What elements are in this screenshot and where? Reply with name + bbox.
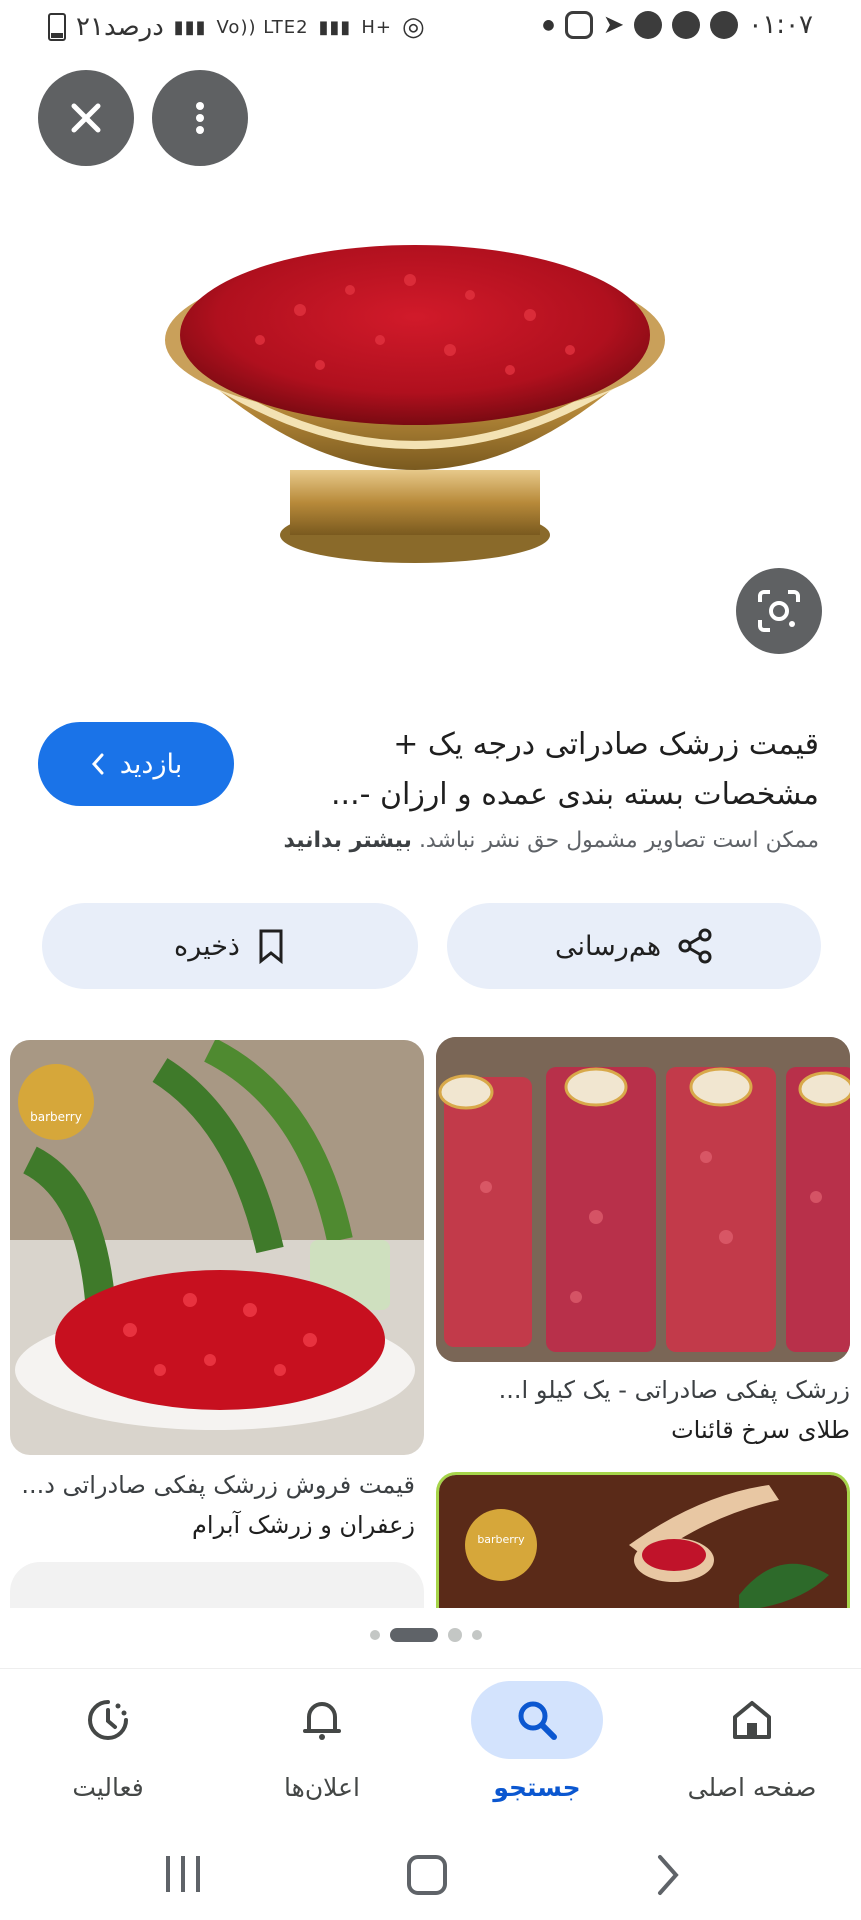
related-site-2: زعفران و زرشک آبرام — [192, 1511, 415, 1539]
share-button[interactable]: هم‌رسانی — [447, 903, 821, 989]
share-icon — [678, 928, 712, 964]
home-button-icon[interactable] — [404, 1852, 450, 1898]
save-label: ذخیره — [174, 930, 240, 962]
search-icon — [518, 1701, 557, 1740]
status-right: ● ➤ ۰۱:۰۷ — [542, 10, 813, 40]
related-caption-2[interactable]: قیمت فروش زرشک پفکی صادراتی د... زعفران … — [10, 1465, 415, 1545]
nav-search-label: جستجو — [493, 1773, 581, 1802]
signal-icon: ▮▮▮ — [173, 16, 207, 38]
verified-icon — [634, 11, 663, 39]
lens-button[interactable] — [736, 568, 822, 654]
save-button[interactable]: ذخیره — [42, 903, 418, 989]
clock: ۰۱:۰۷ — [748, 10, 813, 40]
visit-label: بازدید — [119, 748, 183, 780]
back-icon[interactable] — [652, 1852, 682, 1898]
nav-search[interactable]: جستجو — [437, 1681, 637, 1802]
activity-icon — [88, 1700, 128, 1740]
copyright-text: ممکن است تصاویر مشمول حق نشر نباشد. — [418, 828, 819, 853]
signal-icon-2: ▮▮▮ — [318, 16, 352, 38]
brand-logo-text: barberry — [30, 1110, 82, 1124]
related-image-1[interactable] — [436, 1037, 850, 1362]
close-icon — [71, 103, 101, 133]
nav-home[interactable]: صفحه اصلی — [652, 1681, 852, 1802]
page-indicator — [370, 1628, 482, 1642]
recent-apps-icon[interactable] — [160, 1852, 206, 1896]
result-image[interactable] — [150, 200, 680, 570]
page-dot — [448, 1628, 462, 1642]
more-vertical-icon — [196, 102, 204, 134]
hotspot-icon: ◎ — [401, 12, 425, 42]
bell-icon — [303, 1702, 341, 1740]
more-options-button[interactable] — [152, 70, 248, 166]
nav-activity-icon-wrap — [42, 1681, 174, 1759]
visit-button[interactable]: بازدید — [38, 722, 234, 806]
bottom-navigation: صفحه اصلی جستجو اعلان‌ها ف — [0, 1668, 861, 1829]
brand-logo-text-2: barberry — [477, 1533, 525, 1546]
nav-activity-label: فعالیت — [72, 1773, 144, 1802]
nav-search-icon-wrap — [471, 1681, 603, 1759]
nav-activity[interactable]: فعالیت — [8, 1681, 208, 1802]
page-dot-active — [390, 1628, 438, 1642]
telegram-icon-3 — [710, 11, 739, 39]
related-title-1: زرشک پفکی صادراتی - یک کیلو ا... — [498, 1376, 850, 1404]
page-dot — [370, 1630, 380, 1640]
result-title-line1: قیمت زرشک صادراتی درجه یک + — [393, 727, 819, 762]
nav-notifications-icon-wrap — [256, 1681, 388, 1759]
notification-dot-icon: ● — [542, 17, 555, 33]
network-type: H+ — [361, 16, 392, 38]
related-title-2: قیمت فروش زرشک پفکی صادراتی د... — [21, 1471, 415, 1499]
result-title-line2: مشخصات بسته بندی عمده و ارزان -... — [331, 777, 819, 812]
nav-notifications[interactable]: اعلان‌ها — [222, 1681, 422, 1802]
related-image-4[interactable] — [10, 1562, 424, 1608]
status-bar: ۲۱درصد ▮▮▮ Vo)) LTE2 ▮▮▮ H+ ◎ ● ➤ ۰۱:۰۷ — [0, 0, 861, 56]
telegram-icon: ➤ — [602, 10, 625, 40]
related-site-1: طلای سرخ قائنات — [671, 1416, 850, 1444]
telegram-icon-2 — [672, 11, 701, 39]
instagram-icon — [564, 11, 593, 39]
copyright-notice: ممکن است تصاویر مشمول حق نشر نباشد. بیشت… — [59, 828, 819, 853]
result-title[interactable]: قیمت زرشک صادراتی درجه یک + مشخصات بسته … — [259, 720, 819, 820]
close-button[interactable] — [38, 70, 134, 166]
system-navigation-bar — [0, 1830, 861, 1920]
battery-text: ۲۱درصد — [76, 12, 164, 42]
page-dot — [472, 1630, 482, 1640]
learn-more-link[interactable]: بیشتر بدانید — [284, 828, 412, 853]
status-left: ۲۱درصد ▮▮▮ Vo)) LTE2 ▮▮▮ H+ ◎ — [48, 12, 425, 42]
share-label: هم‌رسانی — [554, 930, 662, 962]
nav-home-icon-wrap — [686, 1681, 818, 1759]
battery-icon — [48, 13, 66, 41]
home-icon — [733, 1701, 771, 1739]
related-caption-1[interactable]: زرشک پفکی صادراتی - یک کیلو ا... طلای سر… — [436, 1370, 850, 1450]
chevron-left-icon — [91, 753, 104, 775]
nav-notifications-label: اعلان‌ها — [284, 1773, 360, 1802]
related-image-3[interactable]: barberry — [436, 1472, 850, 1608]
bookmark-icon — [259, 929, 283, 964]
related-image-2[interactable]: barberry — [10, 1040, 424, 1455]
google-lens-icon — [758, 590, 800, 632]
volte-label: Vo)) LTE2 — [216, 16, 309, 38]
nav-home-label: صفحه اصلی — [687, 1773, 817, 1802]
